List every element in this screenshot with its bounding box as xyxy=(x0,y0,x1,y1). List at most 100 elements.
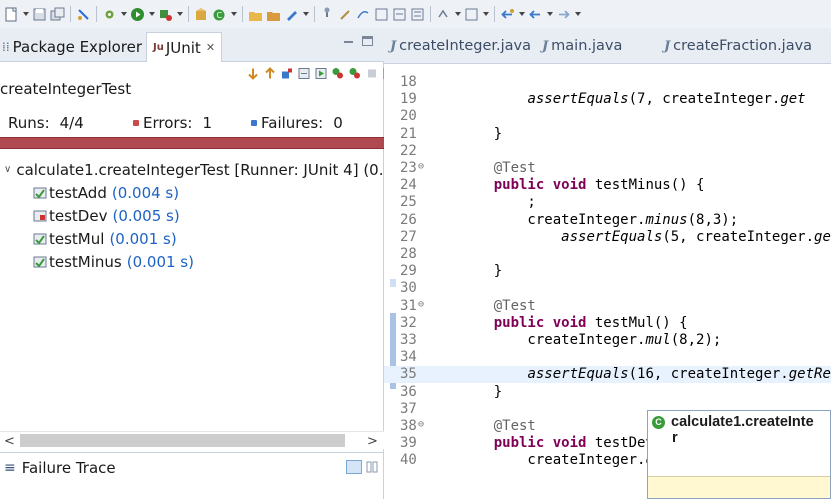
code-line[interactable]: 27 assertEquals(5, createInteger.get xyxy=(384,229,831,246)
code-text: createInteger.mul(8,2); xyxy=(460,332,722,348)
forward-dropdown[interactable] xyxy=(574,7,581,22)
code-line[interactable]: 24 public void testMinus() { xyxy=(384,177,831,194)
rerun-failed-first-icon[interactable] xyxy=(331,67,345,81)
external-dropdown[interactable] xyxy=(176,7,183,22)
hover-popup[interactable]: C calculate1.createInte r xyxy=(647,410,831,499)
search-dropdown[interactable] xyxy=(302,7,309,22)
code-line[interactable]: 34 xyxy=(384,349,831,366)
test-suite-label: calculate1.createIntegerTest [Runner: JU… xyxy=(16,160,384,179)
java-file-icon: J xyxy=(664,38,671,54)
save-icon[interactable] xyxy=(32,7,47,22)
back-dropdown[interactable] xyxy=(546,7,553,22)
run-external-icon[interactable] xyxy=(158,7,173,22)
tab-createinteger-java[interactable]: J createInteger.java xyxy=(390,38,531,54)
debug-dropdown[interactable] xyxy=(120,7,127,22)
tab-main-java[interactable]: J main.java xyxy=(542,38,622,54)
forward-icon[interactable] xyxy=(556,7,571,22)
java-file-icon: J xyxy=(390,38,397,54)
package-explorer-icon: ⁞⁞ xyxy=(2,40,10,54)
pencil-icon[interactable] xyxy=(284,7,299,22)
prev-annotation-dropdown[interactable] xyxy=(482,7,489,22)
code-line[interactable]: 31 ⊖ @Test xyxy=(384,298,831,315)
test-case-node[interactable]: testMinus (0.001 s) xyxy=(0,250,384,273)
toggle-icon[interactable] xyxy=(356,7,371,22)
test-case-node[interactable]: testAdd (0.004 s) xyxy=(0,181,384,204)
code-line[interactable]: 30 xyxy=(384,280,831,297)
next-failure-icon[interactable] xyxy=(246,67,260,81)
error-icon xyxy=(133,120,139,126)
class-dropdown[interactable] xyxy=(230,7,237,22)
stop-icon[interactable] xyxy=(365,67,379,81)
scroll-lock-icon[interactable] xyxy=(297,67,311,81)
close-icon[interactable]: ✕ xyxy=(206,41,215,54)
code-line[interactable]: 29 } xyxy=(384,263,831,280)
annotation-icon[interactable] xyxy=(338,7,353,22)
tab-junit-label: JUnit xyxy=(165,38,201,57)
code-line[interactable]: 22 xyxy=(384,143,831,160)
new-package-icon[interactable] xyxy=(194,7,209,22)
code-line[interactable]: 19 assertEquals(7, createInteger.get xyxy=(384,91,831,108)
maximize-button[interactable] xyxy=(362,36,373,46)
fold-icon[interactable]: ⊖ xyxy=(418,419,424,430)
filter-stack-trace-button[interactable] xyxy=(346,460,362,474)
code-text: } xyxy=(460,125,503,142)
code-line[interactable]: 23 ⊖ @Test xyxy=(384,160,831,177)
run-all-icon[interactable] xyxy=(348,67,362,81)
navigate-3-icon[interactable] xyxy=(410,7,425,22)
code-line[interactable]: 21 } xyxy=(384,126,831,143)
code-line[interactable]: 32 public void testMul() { xyxy=(384,315,831,332)
debug-skip-icon[interactable] xyxy=(76,7,91,22)
code-line[interactable]: 35 assertEquals(16, createInteger.getRes xyxy=(384,366,831,384)
tab-package-explorer[interactable]: ⁞⁞ Package Explorer xyxy=(2,36,142,58)
prev-failure-icon[interactable] xyxy=(263,67,277,81)
compare-results-icon[interactable] xyxy=(366,461,378,473)
save-all-icon[interactable] xyxy=(50,7,65,22)
line-number: 20 xyxy=(400,108,417,125)
back-icon[interactable] xyxy=(528,7,543,22)
test-counters: Runs: 4/4 Errors: 1 Failures: 0 xyxy=(0,112,384,138)
code-line[interactable]: 18 xyxy=(384,74,831,91)
new-class-icon[interactable]: C xyxy=(212,7,227,22)
rerun-test-icon[interactable] xyxy=(314,67,328,81)
errors-value: 1 xyxy=(202,114,212,132)
test-case-node[interactable]: testMul (0.001 s) xyxy=(0,227,384,250)
new-icon[interactable] xyxy=(4,7,19,22)
gear-icon[interactable] xyxy=(102,7,117,22)
code-line[interactable]: 28 xyxy=(384,246,831,263)
test-suite-node[interactable]: ∨ calculate1.createIntegerTest [Runner: … xyxy=(0,158,384,181)
horizontal-scrollbar[interactable]: < > xyxy=(0,431,384,449)
editor-tab-bar: J createInteger.java J main.java J creat… xyxy=(384,28,831,64)
code-line[interactable]: 33 createInteger.mul(8,2); xyxy=(384,332,831,349)
run-dropdown[interactable] xyxy=(148,7,155,22)
navigate-2-icon[interactable] xyxy=(392,7,407,22)
tab-junit[interactable]: Ju JUnit ✕ xyxy=(146,32,223,62)
run-icon[interactable] xyxy=(130,7,145,22)
last-edit-icon[interactable] xyxy=(500,7,515,22)
show-failures-only-icon[interactable] xyxy=(280,67,294,81)
next-annotation-dropdown[interactable] xyxy=(454,7,461,22)
code-line[interactable]: 20 xyxy=(384,108,831,125)
open-resource-icon[interactable] xyxy=(266,7,281,22)
pin-icon[interactable] xyxy=(320,7,335,22)
code-line[interactable]: 25 ; xyxy=(384,194,831,211)
scrollbar-thumb[interactable] xyxy=(20,434,345,447)
test-tree: ∨ calculate1.createIntegerTest [Runner: … xyxy=(0,158,384,273)
code-line[interactable]: 36 } xyxy=(384,384,831,401)
new-dropdown[interactable] xyxy=(22,7,29,22)
prev-annotation-icon[interactable] xyxy=(464,7,479,22)
tab-createfraction-java[interactable]: J createFraction.java xyxy=(664,38,812,54)
toolbar-separator xyxy=(242,6,243,22)
scroll-left-icon[interactable]: < xyxy=(4,434,15,449)
chevron-down-icon[interactable]: ∨ xyxy=(4,164,11,176)
code-line[interactable]: 26 createInteger.minus(8,3); xyxy=(384,212,831,229)
fold-icon[interactable]: ⊖ xyxy=(418,161,424,172)
scroll-right-icon[interactable]: > xyxy=(367,434,378,449)
test-case-node[interactable]: testDev (0.005 s) xyxy=(0,204,384,227)
fold-icon[interactable]: ⊖ xyxy=(418,299,424,310)
code-text: } xyxy=(460,383,503,400)
open-type-icon[interactable] xyxy=(248,7,263,22)
minimize-button[interactable] xyxy=(343,37,355,47)
last-edit-dropdown[interactable] xyxy=(518,7,525,22)
navigate-icon[interactable] xyxy=(374,7,389,22)
next-annotation-icon[interactable] xyxy=(436,7,451,22)
